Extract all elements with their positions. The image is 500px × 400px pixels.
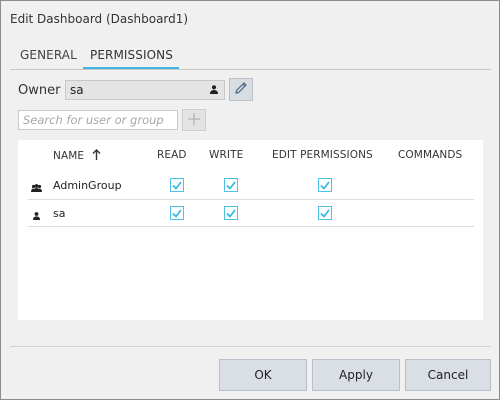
column-header-write[interactable]: WRITE [209, 149, 243, 161]
owner-field: sa [65, 80, 225, 100]
ok-button[interactable]: OK [219, 359, 307, 391]
person-icon [33, 209, 40, 223]
edit-permissions-checkbox-sa[interactable] [318, 206, 332, 220]
edit-permissions-checkbox-admingroup[interactable] [318, 178, 332, 192]
plus-icon [187, 112, 201, 129]
write-checkbox-sa[interactable] [224, 206, 238, 220]
search-user-group-input[interactable] [18, 110, 178, 130]
person-icon [210, 83, 218, 97]
write-checkbox-admingroup[interactable] [224, 178, 238, 192]
column-header-read[interactable]: READ [157, 149, 187, 161]
arrow-up-icon [92, 149, 101, 163]
group-icon [31, 181, 42, 195]
row-divider [28, 226, 474, 227]
edit-owner-button[interactable] [229, 78, 253, 101]
permissions-grid: NAME READ WRITE EDIT PERMISSIONS COMMAND… [18, 140, 483, 320]
owner-value: sa [70, 83, 84, 97]
apply-button[interactable]: Apply [312, 359, 400, 391]
owner-label: Owner [18, 83, 61, 98]
read-checkbox-admingroup[interactable] [170, 178, 184, 192]
column-header-name-label: NAME [53, 150, 85, 162]
footer-separator [10, 346, 491, 347]
column-header-edit-permissions[interactable]: EDIT PERMISSIONS [272, 149, 373, 161]
tab-permissions[interactable]: PERMISSIONS [90, 48, 173, 62]
tab-separator [10, 69, 491, 70]
dialog-title: Edit Dashboard (Dashboard1) [10, 12, 189, 26]
row-divider [28, 199, 474, 200]
row-name-admingroup: AdminGroup [53, 179, 122, 192]
pencil-icon [233, 80, 249, 99]
add-user-button[interactable] [182, 109, 206, 131]
edit-dashboard-dialog: Edit Dashboard (Dashboard1) GENERAL PERM… [0, 0, 500, 400]
column-header-name[interactable]: NAME [53, 149, 101, 163]
tab-general[interactable]: GENERAL [20, 48, 77, 62]
read-checkbox-sa[interactable] [170, 206, 184, 220]
column-header-commands[interactable]: COMMANDS [398, 149, 462, 161]
row-name-sa: sa [53, 207, 66, 220]
cancel-button[interactable]: Cancel [405, 359, 491, 391]
